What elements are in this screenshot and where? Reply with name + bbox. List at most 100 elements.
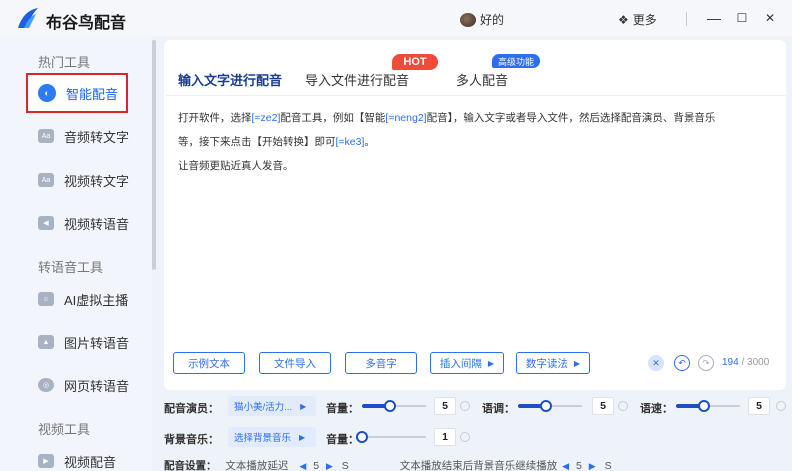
- decrease-icon[interactable]: ◀: [562, 461, 569, 471]
- bg-music-value: 选择背景音乐: [234, 433, 292, 444]
- minimize-button[interactable]: —: [704, 8, 724, 28]
- volume-label: 音量：: [326, 403, 359, 415]
- sidebar-item-label: 智能配音: [66, 86, 119, 102]
- undo-icon[interactable]: ↶: [674, 355, 690, 371]
- video-dub-icon: ▶: [38, 454, 54, 468]
- hot-badge: HOT: [392, 54, 438, 70]
- tone-slider[interactable]: [518, 400, 582, 412]
- web-voice-icon: ◎: [38, 378, 54, 392]
- divider: [686, 12, 687, 26]
- voice-actor-label: 配音演员：: [164, 403, 219, 415]
- bg-volume-value[interactable]: 1: [434, 428, 456, 446]
- sidebar-item-web-to-voice[interactable]: ◎ 网页转语音: [38, 372, 148, 398]
- reset-icon[interactable]: [460, 432, 470, 442]
- sidebar-item-video-to-voice[interactable]: ◀ 视频转语音: [38, 210, 148, 236]
- title-bar: 布谷鸟配音 好的 ❖ 更多 — ☐ ✕: [0, 0, 792, 36]
- reset-icon[interactable]: [776, 401, 786, 411]
- reset-icon[interactable]: [618, 401, 628, 411]
- config-delay-label: 文本播放延迟: [225, 460, 289, 471]
- sidebar-item-label: 视频转文字: [64, 173, 130, 189]
- video-voice-icon: ◀: [38, 216, 54, 230]
- tab-input-text[interactable]: 输入文字进行配音: [178, 70, 282, 89]
- volume-slider[interactable]: [362, 400, 426, 412]
- redo-icon[interactable]: ↷: [698, 355, 714, 371]
- editor-line: 让音频更贴近真人发音。: [178, 160, 294, 172]
- sidebar-item-label: 音频转文字: [64, 129, 130, 145]
- polyphone-button[interactable]: 多音字: [345, 352, 417, 374]
- increase-icon[interactable]: ▶: [589, 461, 596, 471]
- speed-label: 语速：: [640, 403, 673, 415]
- number-reading-label: 数字读法: [525, 357, 568, 370]
- section-video-tools: 视频工具: [38, 422, 91, 437]
- layers-icon: ❖: [618, 12, 629, 27]
- number-reading-button[interactable]: 数字读法 ▶: [516, 352, 590, 374]
- volume-value[interactable]: 5: [434, 397, 456, 415]
- sidebar-item-label: AI虚拟主播: [64, 292, 129, 308]
- more-label: 更多: [632, 13, 657, 27]
- import-file-button[interactable]: 文件导入: [259, 352, 331, 374]
- char-count-value: 194: [722, 357, 739, 368]
- editor-line: 等，接下来点击【开始转换】即可[=ke3]。: [178, 136, 375, 148]
- tab-import-file[interactable]: 导入文件进行配音: [305, 70, 409, 89]
- insert-pause-label: 插入间隔: [439, 357, 482, 370]
- sidebar-item-video-dub[interactable]: ▶ 视频配音: [38, 448, 148, 471]
- example-text-button[interactable]: 示例文本: [173, 352, 245, 374]
- reset-icon[interactable]: [460, 401, 470, 411]
- speed-slider[interactable]: [676, 400, 740, 412]
- caret-right-icon: ▶: [299, 432, 306, 442]
- video-text-icon: Aa: [38, 173, 54, 187]
- advanced-badge: 高级功能: [492, 54, 540, 68]
- bg-volume-slider[interactable]: [356, 431, 426, 443]
- caret-right-icon: ▶: [487, 358, 495, 368]
- ai-anchor-icon: ☺: [38, 292, 54, 306]
- char-count-max: / 3000: [741, 357, 770, 368]
- image-voice-icon: ▲: [38, 335, 54, 349]
- speed-value[interactable]: 5: [748, 397, 770, 415]
- char-count: 194 / 3000: [722, 357, 769, 368]
- config-row: 配音设置： 文本播放延迟 ◀ 5 ▶ S 文本播放结束后背景音乐继续播放 ◀ 5…: [164, 458, 612, 471]
- editor-line: 打开软件，选择[=ze2]配音工具，例如【智能[=neng2]配音】，输入文字或…: [178, 112, 716, 124]
- smart-dub-icon: ◐: [38, 84, 56, 102]
- sidebar-item-video-to-text[interactable]: Aa 视频转文字: [38, 167, 148, 193]
- sidebar-item-audio-to-text[interactable]: Aa 音频转文字: [38, 123, 148, 149]
- sidebar-item-label: 图片转语音: [64, 335, 130, 351]
- text-editor[interactable]: 打开软件，选择[=ze2]配音工具，例如【智能[=neng2]配音】，输入文字或…: [166, 95, 786, 340]
- config-label: 配音设置：: [164, 460, 217, 471]
- slider-knob[interactable]: [384, 400, 396, 412]
- voice-actor-value: 猫小美/活力...: [234, 402, 293, 413]
- user-name: 好的: [480, 13, 505, 27]
- voice-actor-select[interactable]: 猫小美/活力... ▶: [228, 396, 316, 416]
- decrease-icon[interactable]: ◀: [299, 461, 306, 471]
- sidebar-item-ai-anchor[interactable]: ☺ AI虚拟主播: [38, 286, 148, 312]
- user-menu[interactable]: 好的: [460, 11, 504, 28]
- more-button[interactable]: ❖ 更多: [618, 11, 657, 28]
- sidebar-item-label: 网页转语音: [64, 378, 130, 394]
- insert-pause-button[interactable]: 插入间隔 ▶: [430, 352, 504, 374]
- sidebar-scrollbar[interactable]: [152, 40, 156, 270]
- tone-label: 语调：: [482, 403, 515, 415]
- config-delay-unit: S: [341, 460, 349, 471]
- caret-right-icon: ▶: [300, 401, 307, 411]
- section-hot-tools: 热门工具: [38, 55, 91, 70]
- config-after-label: 文本播放结束后背景音乐继续播放: [399, 460, 558, 471]
- clear-icon[interactable]: ✕: [648, 355, 664, 371]
- maximize-button[interactable]: ☐: [732, 8, 752, 28]
- config-delay-value: 5: [313, 460, 320, 471]
- config-after-value: 5: [576, 460, 582, 471]
- tab-multi-voice[interactable]: 多人配音: [456, 70, 508, 89]
- tone-value[interactable]: 5: [592, 397, 614, 415]
- sidebar-item-smart-dub[interactable]: ◐ 智能配音: [38, 80, 148, 106]
- sidebar-item-label: 视频转语音: [64, 216, 130, 232]
- bg-music-label: 背景音乐：: [164, 434, 219, 446]
- caret-right-icon: ▶: [573, 358, 581, 368]
- config-after-unit: S: [604, 460, 612, 471]
- app-title: 布谷鸟配音: [46, 15, 127, 32]
- close-button[interactable]: ✕: [760, 8, 780, 28]
- slider-knob[interactable]: [540, 400, 552, 412]
- slider-knob[interactable]: [698, 400, 710, 412]
- audio-text-icon: Aa: [38, 129, 54, 143]
- increase-icon[interactable]: ▶: [326, 461, 333, 471]
- slider-knob[interactable]: [356, 431, 368, 443]
- sidebar-item-image-to-voice[interactable]: ▲ 图片转语音: [38, 329, 148, 355]
- bg-music-select[interactable]: 选择背景音乐 ▶: [228, 427, 316, 447]
